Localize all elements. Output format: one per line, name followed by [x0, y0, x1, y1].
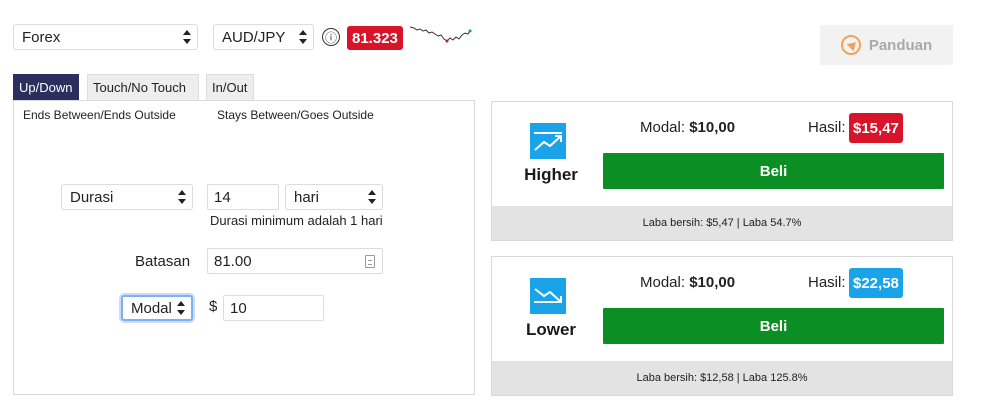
guide-button[interactable]: Panduan [820, 25, 953, 65]
tab-up-down[interactable]: Up/Down [13, 74, 79, 100]
stake-text: Modal: $10,00 [640, 274, 736, 291]
contract-name: Higher [524, 165, 578, 184]
payout-badge: $15,47 [849, 113, 903, 143]
spot-price-badge: 81.323 [347, 26, 403, 50]
select-arrows-icon [299, 30, 307, 44]
guide-button-label: Panduan [868, 36, 933, 54]
barrier-value: 81.00 [214, 252, 252, 270]
barrier-label: Batasan [135, 253, 191, 270]
buy-higher-button[interactable]: Beli [603, 153, 944, 189]
contract-name: Lower [525, 320, 577, 339]
amount-type-value: Modal [131, 299, 172, 317]
compass-icon [840, 35, 861, 55]
stake-text: Modal: $10,00 [640, 119, 736, 136]
subtab-ends-between[interactable]: Ends Between/Ends Outside [23, 108, 176, 122]
duration-unit-select[interactable]: hari [285, 184, 383, 210]
market-select[interactable]: Forex [13, 24, 198, 50]
buy-button-label: Beli [759, 162, 788, 180]
amount-type-select[interactable]: Modal [121, 295, 193, 321]
profit-summary: Laba bersih: $12,58 | Laba 125.8% [492, 361, 952, 395]
pair-select-value: AUD/JPY [222, 28, 286, 46]
duration-type-select[interactable]: Durasi [61, 184, 193, 210]
duration-input[interactable]: 14 [207, 184, 279, 210]
select-arrows-icon [178, 190, 186, 204]
profit-summary: Laba bersih: $5,47 | Laba 54.7% [492, 206, 952, 240]
subtab-stays-between[interactable]: Stays Between/Goes Outside [217, 108, 374, 122]
tab-label: In/Out [212, 80, 248, 95]
duration-value: 14 [214, 188, 231, 206]
payout-label: Hasil: [808, 119, 846, 136]
trend-up-icon [530, 123, 566, 159]
contract-card-lower: Lower Modal: $10,00 Hasil: $22,58 Beli L… [491, 256, 953, 396]
trend-down-icon [530, 278, 566, 314]
price-sparkline [410, 26, 472, 43]
market-select-value: Forex [22, 28, 61, 46]
duration-unit-value: hari [294, 188, 320, 206]
tab-in-out[interactable]: In/Out [206, 74, 254, 100]
stepper-icon[interactable] [365, 255, 375, 268]
payout-label: Hasil: [808, 274, 846, 291]
payout-badge: $22,58 [849, 268, 903, 298]
buy-button-label: Beli [759, 317, 788, 335]
tab-label: Touch/No Touch [93, 80, 186, 95]
currency-symbol: $ [209, 298, 218, 315]
select-arrows-icon [183, 30, 191, 44]
select-arrows-icon [177, 301, 185, 315]
tab-touch-no-touch[interactable]: Touch/No Touch [87, 74, 199, 100]
duration-hint: Durasi minimum adalah 1 hari [210, 213, 383, 228]
barrier-input[interactable]: 81.00 [207, 248, 383, 274]
select-arrows-icon [368, 190, 376, 204]
amount-value: 10 [230, 299, 247, 317]
contract-card-higher: Higher Modal: $10,00 Hasil: $15,47 Beli … [491, 101, 953, 241]
pair-select[interactable]: AUD/JPY [213, 24, 314, 50]
tab-label: Up/Down [19, 80, 73, 95]
amount-input[interactable]: 10 [223, 295, 324, 321]
info-icon[interactable]: ⓘ [322, 28, 340, 46]
duration-type-value: Durasi [70, 188, 114, 206]
buy-lower-button[interactable]: Beli [603, 308, 944, 344]
